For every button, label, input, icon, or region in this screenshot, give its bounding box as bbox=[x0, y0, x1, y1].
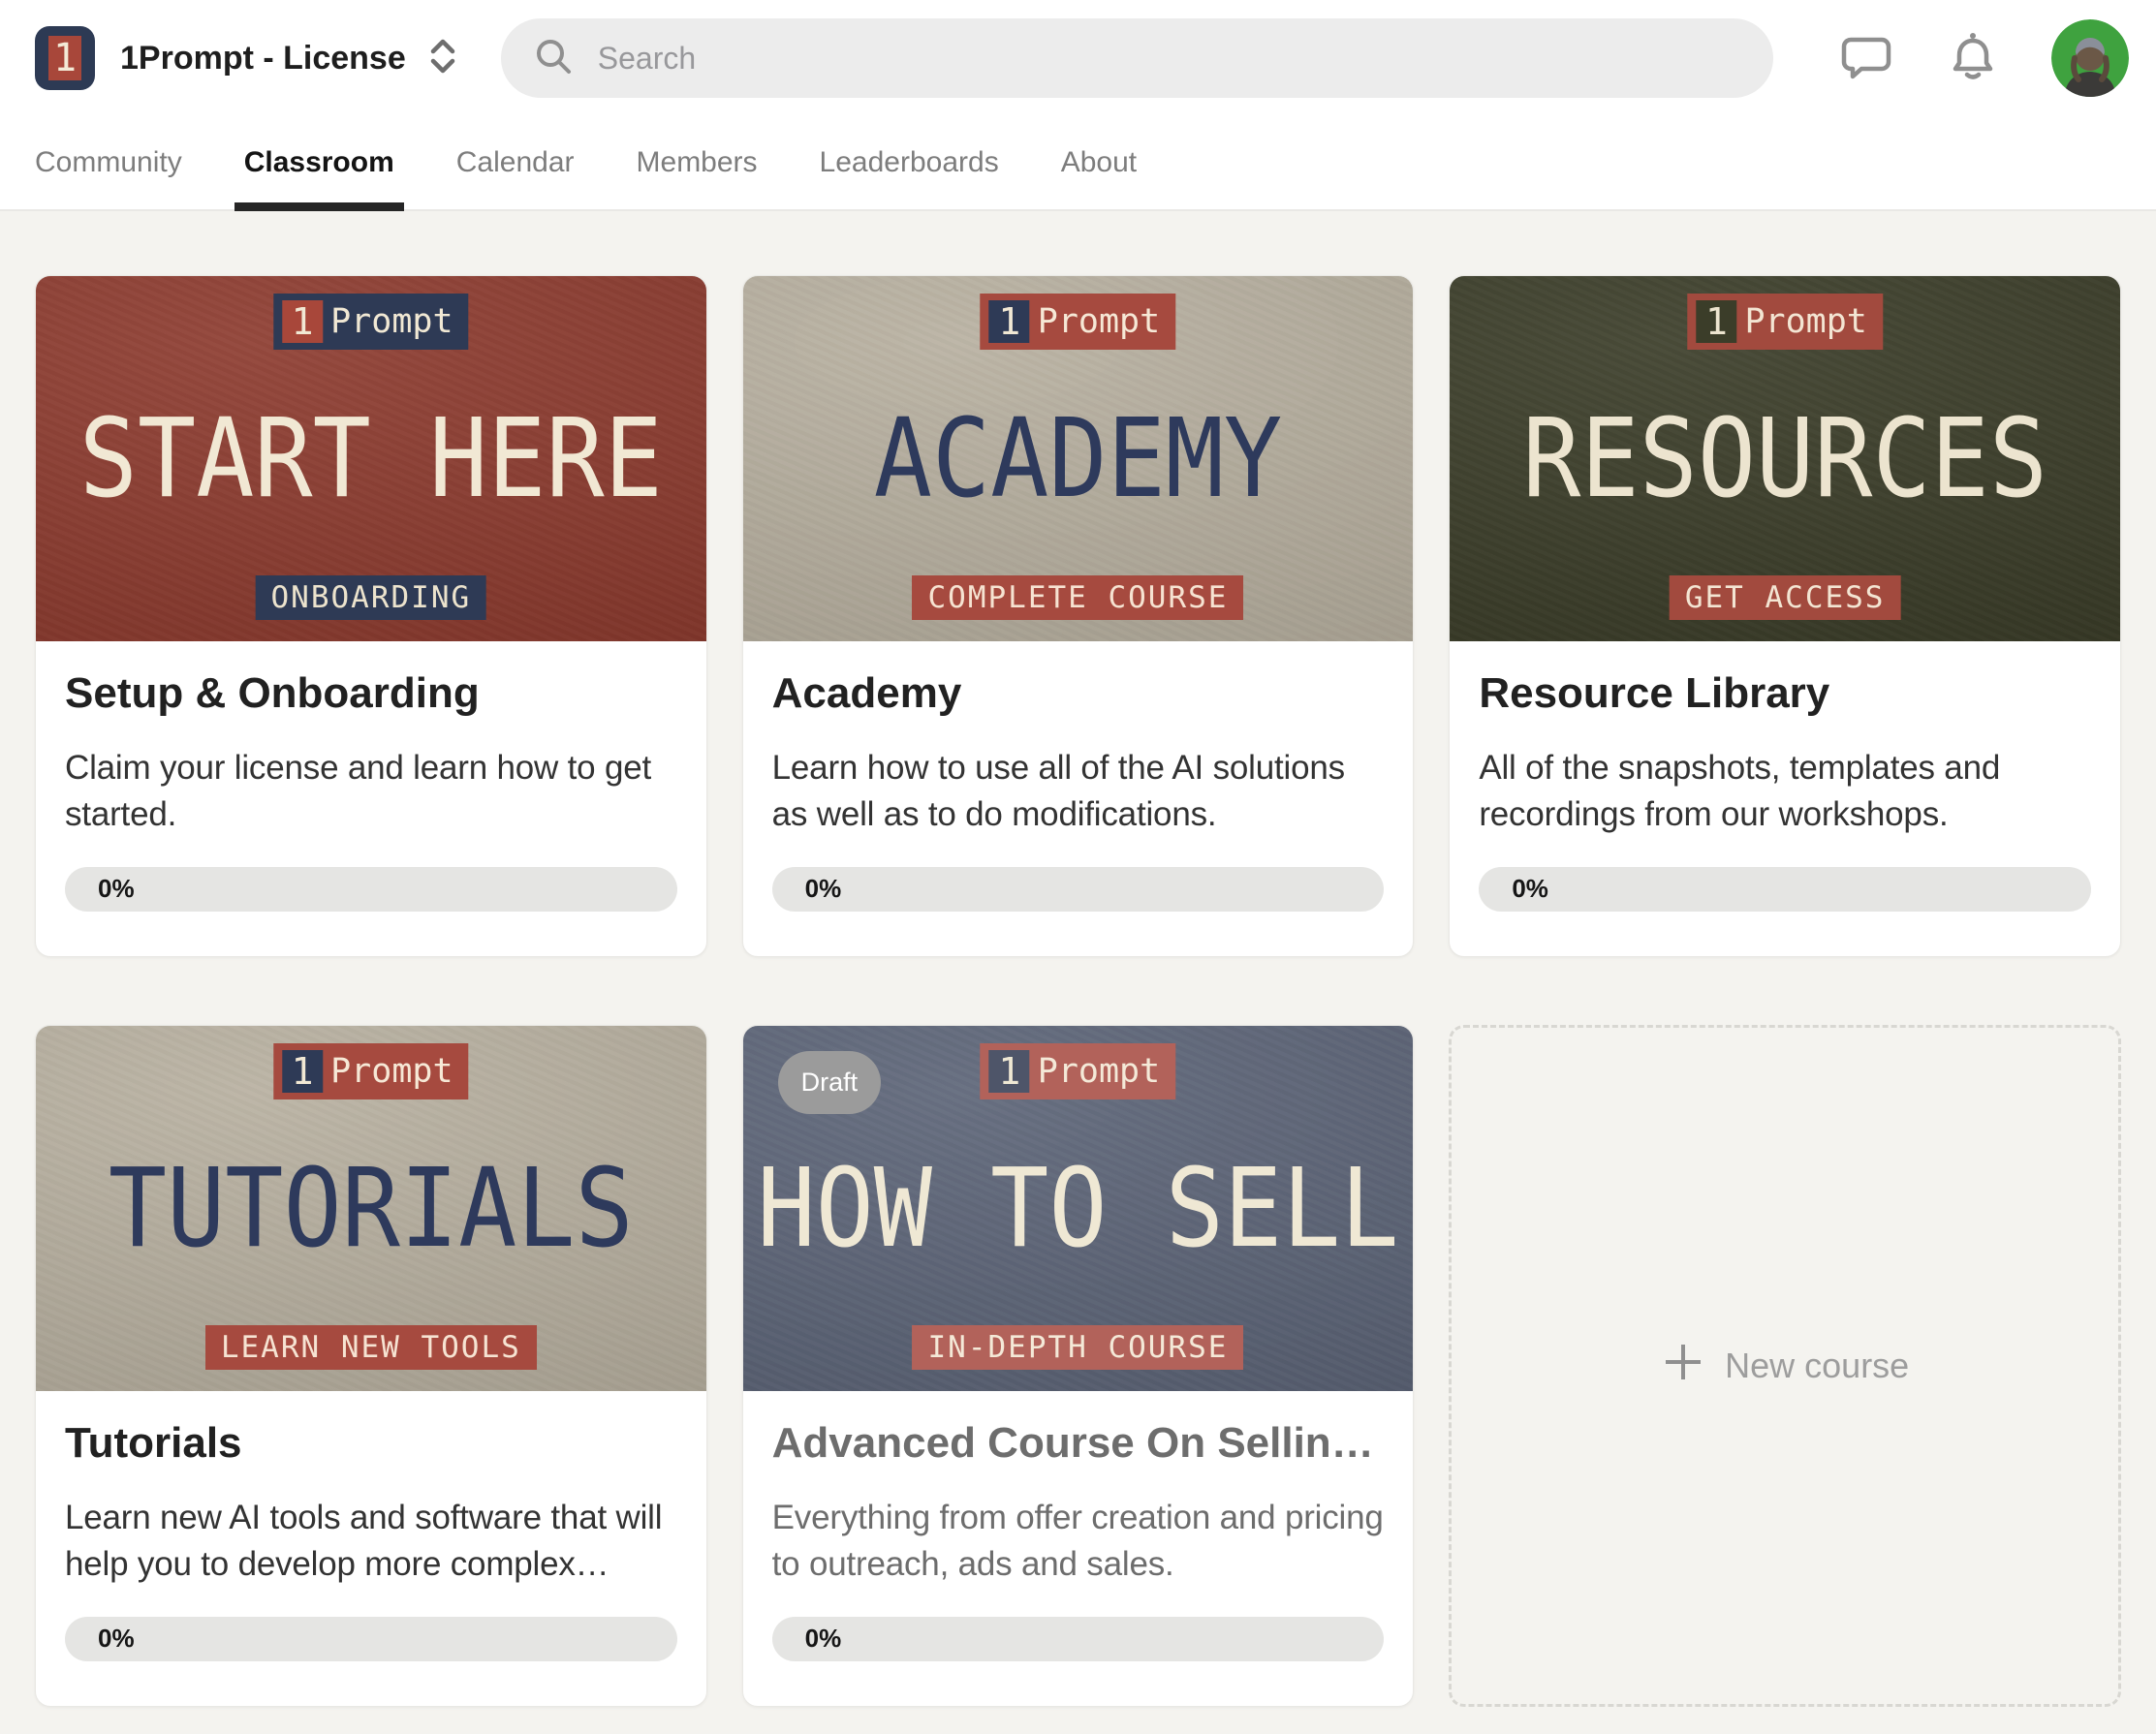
course-grid: 1 Prompt START HERE ONBOARDING Setup & O… bbox=[0, 211, 2156, 1707]
course-title: Academy bbox=[772, 668, 1385, 720]
course-card-setup-onboarding[interactable]: 1 Prompt START HERE ONBOARDING Setup & O… bbox=[35, 275, 707, 957]
chat-bubble-icon bbox=[1838, 28, 1894, 89]
banner-logo-number: 1 bbox=[989, 300, 1030, 343]
banner-headline: TUTORIALS bbox=[109, 1155, 634, 1263]
course-card-advanced-selling[interactable]: Draft 1 Prompt HOW TO SELL IN-DEPTH COUR… bbox=[742, 1025, 1415, 1707]
course-description: Claim your license and learn how to get … bbox=[65, 745, 677, 838]
search-bar[interactable] bbox=[501, 18, 1773, 98]
search-icon bbox=[532, 35, 575, 82]
top-bar: 1 1Prompt - License bbox=[0, 0, 2156, 116]
banner-headline: START HERE bbox=[79, 405, 663, 513]
course-title: Tutorials bbox=[65, 1418, 677, 1470]
progress-bar: 0% bbox=[1479, 867, 2091, 912]
banner-logo-badge: 1 Prompt bbox=[273, 1043, 468, 1099]
draft-badge: Draft bbox=[778, 1051, 882, 1114]
new-course-button[interactable]: New course bbox=[1449, 1025, 2121, 1707]
course-card-body: Resource Library All of the snapshots, t… bbox=[1450, 641, 2120, 956]
progress-label: 0% bbox=[772, 874, 842, 904]
banner-logo-badge: 1 Prompt bbox=[981, 1043, 1175, 1099]
course-card-body: Setup & Onboarding Claim your license an… bbox=[36, 641, 706, 956]
chat-button[interactable] bbox=[1838, 28, 1894, 89]
course-description: All of the snapshots, templates and reco… bbox=[1479, 745, 2091, 838]
course-title: Advanced Course On Selling AI (H… bbox=[772, 1418, 1385, 1470]
progress-label: 0% bbox=[65, 1624, 135, 1654]
banner-logo-name: Prompt bbox=[330, 305, 453, 339]
progress-bar: 0% bbox=[65, 1617, 677, 1661]
community-title: 1Prompt - License bbox=[120, 40, 406, 77]
chevron-up-down-icon bbox=[425, 35, 460, 82]
progress-bar: 0% bbox=[772, 867, 1385, 912]
banner-logo-number: 1 bbox=[282, 300, 323, 343]
bell-icon bbox=[1945, 28, 2001, 89]
tab-leaderboards[interactable]: Leaderboards bbox=[820, 116, 999, 209]
tab-members[interactable]: Members bbox=[637, 116, 758, 209]
progress-label: 0% bbox=[772, 1624, 842, 1654]
progress-bar: 0% bbox=[772, 1617, 1385, 1661]
banner-tag: GET ACCESS bbox=[1670, 575, 1901, 620]
course-title: Resource Library bbox=[1479, 668, 2091, 720]
course-card-body: Academy Learn how to use all of the AI s… bbox=[743, 641, 1414, 956]
course-banner: 1 Prompt TUTORIALS LEARN NEW TOOLS bbox=[36, 1026, 706, 1391]
course-banner: 1 Prompt START HERE ONBOARDING bbox=[36, 276, 706, 641]
search-input[interactable] bbox=[596, 40, 1742, 77]
course-card-tutorials[interactable]: 1 Prompt TUTORIALS LEARN NEW TOOLS Tutor… bbox=[35, 1025, 707, 1707]
banner-logo-name: Prompt bbox=[1038, 305, 1160, 339]
progress-bar: 0% bbox=[65, 867, 677, 912]
community-switcher-button[interactable] bbox=[425, 35, 460, 82]
community-logo-number: 1 bbox=[48, 36, 81, 80]
banner-logo-number: 1 bbox=[282, 1050, 323, 1093]
course-description: Learn new AI tools and software that wil… bbox=[65, 1495, 677, 1588]
course-card-body: Advanced Course On Selling AI (H… Everyt… bbox=[743, 1391, 1414, 1706]
nav-tabs: Community Classroom Calendar Members Lea… bbox=[0, 116, 2156, 211]
community-logo[interactable]: 1 bbox=[35, 26, 95, 90]
progress-label: 0% bbox=[65, 874, 135, 904]
banner-tag: COMPLETE COURSE bbox=[913, 575, 1244, 620]
banner-tag: ONBOARDING bbox=[256, 575, 487, 620]
banner-logo-number: 1 bbox=[989, 1050, 1030, 1093]
course-description: Learn how to use all of the AI solutions… bbox=[772, 745, 1385, 838]
banner-logo-name: Prompt bbox=[1744, 305, 1866, 339]
course-banner: Draft 1 Prompt HOW TO SELL IN-DEPTH COUR… bbox=[743, 1026, 1414, 1391]
banner-logo-badge: 1 Prompt bbox=[1687, 294, 1882, 350]
banner-logo-badge: 1 Prompt bbox=[981, 294, 1175, 350]
banner-logo-name: Prompt bbox=[330, 1055, 453, 1089]
plus-icon bbox=[1661, 1340, 1705, 1393]
new-course-label: New course bbox=[1725, 1346, 1909, 1386]
course-banner: 1 Prompt RESOURCES GET ACCESS bbox=[1450, 276, 2120, 641]
notifications-button[interactable] bbox=[1945, 28, 2001, 89]
banner-headline: HOW TO SELL bbox=[757, 1155, 1398, 1263]
course-card-body: Tutorials Learn new AI tools and softwar… bbox=[36, 1391, 706, 1706]
tab-classroom[interactable]: Classroom bbox=[244, 116, 394, 209]
banner-logo-number: 1 bbox=[1696, 300, 1736, 343]
tab-calendar[interactable]: Calendar bbox=[456, 116, 575, 209]
banner-tag: LEARN NEW TOOLS bbox=[205, 1325, 537, 1370]
course-description: Everything from offer creation and prici… bbox=[772, 1495, 1385, 1588]
course-card-resource-library[interactable]: 1 Prompt RESOURCES GET ACCESS Resource L… bbox=[1449, 275, 2121, 957]
user-avatar[interactable] bbox=[2051, 19, 2129, 97]
banner-tag: IN-DEPTH COURSE bbox=[913, 1325, 1244, 1370]
course-banner: 1 Prompt ACADEMY COMPLETE COURSE bbox=[743, 276, 1414, 641]
banner-logo-badge: 1 Prompt bbox=[273, 294, 468, 350]
banner-logo-name: Prompt bbox=[1038, 1055, 1160, 1089]
tab-about[interactable]: About bbox=[1061, 116, 1137, 209]
progress-label: 0% bbox=[1479, 874, 1548, 904]
banner-headline: RESOURCES bbox=[1522, 405, 2047, 513]
course-title: Setup & Onboarding bbox=[65, 668, 677, 720]
tab-community[interactable]: Community bbox=[35, 116, 182, 209]
banner-headline: ACADEMY bbox=[874, 405, 1282, 513]
course-card-academy[interactable]: 1 Prompt ACADEMY COMPLETE COURSE Academy… bbox=[742, 275, 1415, 957]
